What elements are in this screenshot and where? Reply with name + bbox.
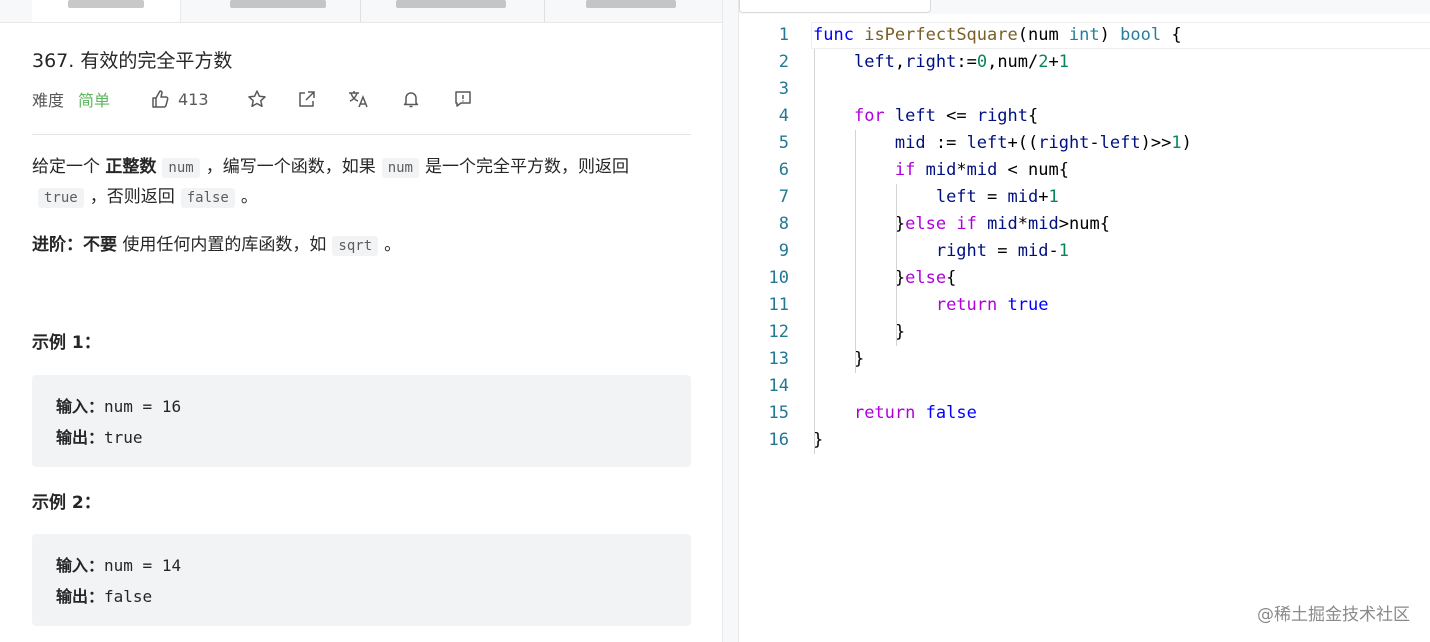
example-2-title: 示例 2： <box>32 493 101 513</box>
code-line: }else{ <box>813 268 957 288</box>
line-number: 11 <box>768 295 789 315</box>
like-count: 413 <box>178 89 209 109</box>
code-line: func isPerfectSquare(num int) bool { <box>813 25 1182 45</box>
tab-history[interactable] <box>586 0 676 8</box>
line-number: 13 <box>768 349 789 369</box>
line-number: 15 <box>768 403 789 423</box>
bell-icon[interactable] <box>401 89 421 109</box>
problem-tabs <box>0 0 722 23</box>
code-line: } <box>813 322 906 342</box>
meta-divider <box>32 134 691 135</box>
code-line: left = mid+1 <box>935 187 1059 207</box>
positive-integer-term: 正整数 <box>105 157 157 177</box>
code-line: right = mid-1 <box>935 241 1069 261</box>
line-number: 2 <box>778 52 789 72</box>
line-number: 16 <box>768 430 789 450</box>
tab-description[interactable] <box>32 0 181 22</box>
translate-icon[interactable] <box>347 89 369 109</box>
indent-guide <box>895 238 897 292</box>
star-icon[interactable] <box>247 89 267 109</box>
feedback-icon[interactable] <box>453 89 473 109</box>
code-line: mid := left+((right-left)>>1) <box>894 133 1192 153</box>
watermark: @稀土掘金技术社区 <box>1257 605 1410 625</box>
indent-guide <box>895 292 897 346</box>
tab-solutions[interactable] <box>230 0 326 8</box>
line-number: 4 <box>778 106 789 126</box>
line-number: 14 <box>768 376 789 396</box>
tab-submissions[interactable] <box>396 0 506 8</box>
panel-splitter[interactable] <box>723 0 738 642</box>
line-number: 6 <box>778 160 789 180</box>
example-1-title: 示例 1： <box>32 333 101 353</box>
indent-guide <box>854 130 856 373</box>
code-line: left,right:=0,num/2+1 <box>853 52 1070 72</box>
problem-title: 367. 有效的完全平方数 <box>32 50 233 72</box>
indent-guide <box>895 184 897 238</box>
code-line: for left <= right{ <box>853 106 1039 126</box>
advanced-note: 进阶：不要 使用任何内置的库函数，如 sqrt。 <box>32 235 402 256</box>
line-number: 3 <box>778 79 789 99</box>
difficulty-label: 难度 <box>32 91 65 110</box>
line-number: 9 <box>778 241 789 261</box>
difficulty-badge: 简单 <box>78 91 111 110</box>
thumbs-up-icon[interactable] <box>150 89 170 109</box>
example-2-box: 输入：num = 14 输出：false <box>32 534 691 626</box>
line-number: 10 <box>768 268 789 288</box>
language-select[interactable] <box>739 0 931 13</box>
code-line: if mid*mid < num{ <box>894 160 1069 180</box>
problem-description: 给定一个 正整数 num ，编写一个函数，如果 num 是一个完全平方数，则返回true… <box>32 157 629 208</box>
problem-meta: 难度 简单 413 <box>32 86 473 112</box>
line-number: 7 <box>778 187 789 207</box>
indent-guide <box>814 49 815 454</box>
line-number: 1 <box>778 25 789 45</box>
share-icon[interactable] <box>297 89 317 109</box>
line-number: 12 <box>768 322 789 342</box>
code-line: return false <box>853 403 977 423</box>
code-line: return true <box>935 295 1049 315</box>
code-line: } <box>813 349 865 369</box>
line-number: 8 <box>778 214 789 234</box>
code-line: }else if mid*mid>num{ <box>813 214 1110 234</box>
problem-panel: 367. 有效的完全平方数 难度 简单 413 给定一个 正整数 num ，编写一个… <box>0 0 723 642</box>
example-1-box: 输入：num = 16 输出：true <box>32 375 691 467</box>
editor-toolbar <box>739 0 1430 14</box>
code-editor[interactable]: 1 2 3 4 5 6 7 8 9 10 11 12 13 14 15 16 func isPerfectSq… <box>738 0 1430 642</box>
line-number: 5 <box>778 133 789 153</box>
